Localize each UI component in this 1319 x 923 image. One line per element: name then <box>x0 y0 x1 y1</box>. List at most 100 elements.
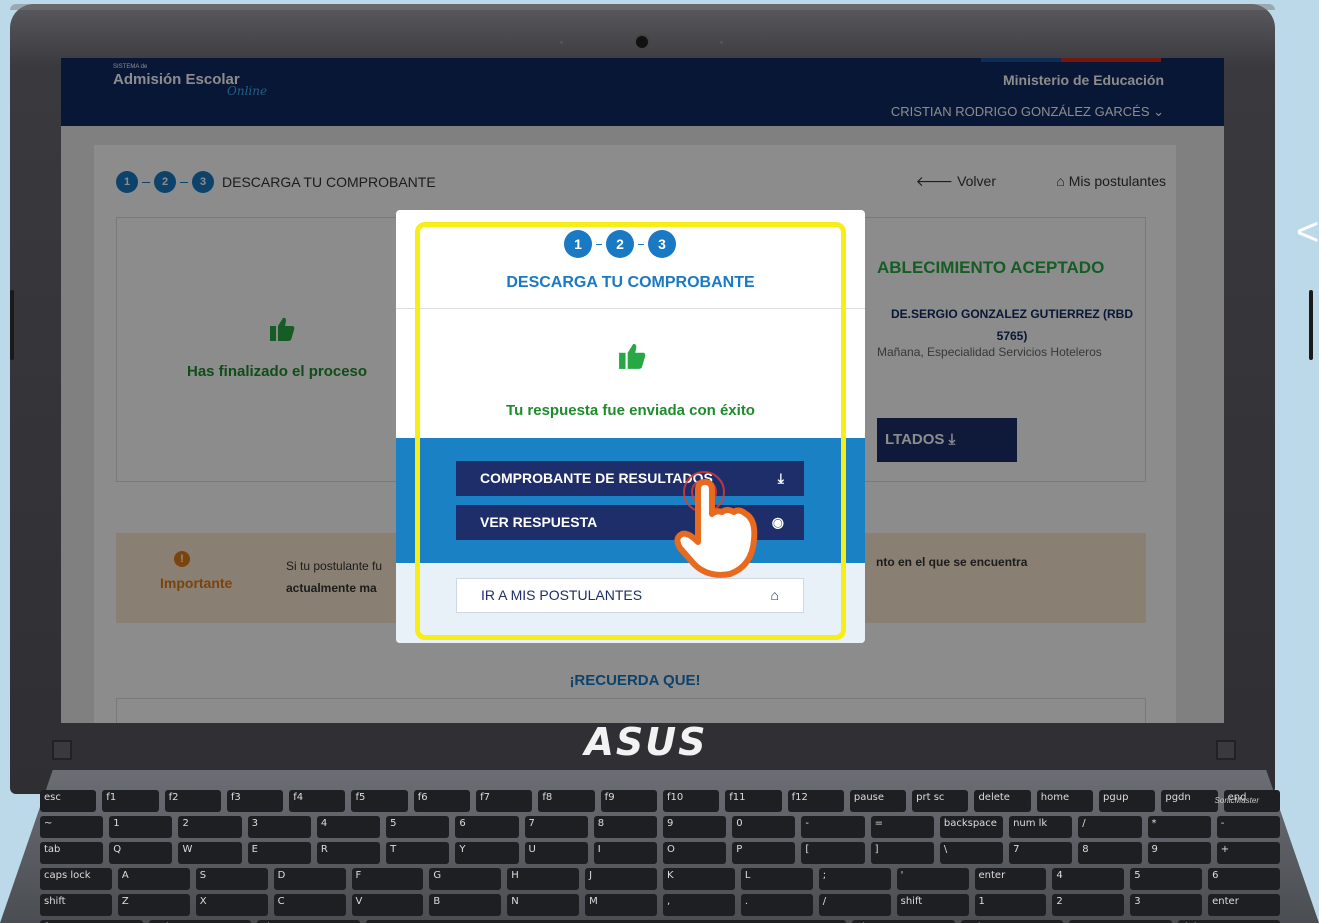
key[interactable]: G <box>429 868 502 890</box>
key[interactable]: ; <box>818 868 891 890</box>
key[interactable]: H <box>507 868 580 890</box>
key[interactable]: 3 <box>247 816 311 838</box>
pointer-hand-icon <box>674 471 758 578</box>
key[interactable]: / <box>818 894 891 916</box>
key[interactable]: 7 <box>1009 842 1073 864</box>
key[interactable]: J <box>585 868 657 890</box>
key[interactable]: tab <box>40 842 104 864</box>
key[interactable]: home <box>1036 790 1094 812</box>
key[interactable]: U <box>524 842 588 864</box>
key[interactable]: 5 <box>1130 868 1203 890</box>
key[interactable]: 6 <box>455 816 519 838</box>
keyboard-row: esc f1 f2 f3 f4 f5 f6 f7 f8 f9 f10 f11 f12 pause prt s… <box>40 790 1280 812</box>
key[interactable]: A <box>117 868 190 890</box>
key[interactable]: ] <box>870 842 934 864</box>
key[interactable]: f9 <box>600 790 657 812</box>
key[interactable]: f12 <box>787 790 844 812</box>
lid-bumper <box>10 290 14 360</box>
key[interactable]: X <box>195 894 268 916</box>
key[interactable]: f5 <box>351 790 408 812</box>
key[interactable]: 3 <box>1130 894 1203 916</box>
key[interactable]: P <box>732 842 796 864</box>
key[interactable]: enter <box>974 868 1047 890</box>
asus-logo: ASUS <box>584 720 708 764</box>
key[interactable]: 8 <box>593 816 657 838</box>
sonicmaster-label: SonicMaster <box>1214 796 1259 805</box>
key[interactable]: 2 <box>178 816 242 838</box>
key[interactable]: 7 <box>524 816 588 838</box>
key[interactable]: f11 <box>725 790 782 812</box>
key[interactable]: pgdn <box>1161 790 1218 812</box>
key[interactable]: 9 <box>1147 842 1211 864</box>
key[interactable]: / <box>1078 816 1142 838</box>
key[interactable]: ~ <box>40 816 104 838</box>
key[interactable]: 0 <box>732 816 796 838</box>
key[interactable]: caps lock <box>40 868 112 890</box>
key[interactable]: W <box>178 842 242 864</box>
key[interactable]: f1 <box>102 790 159 812</box>
key[interactable]: prt sc <box>912 790 969 812</box>
key[interactable]: 4 <box>316 816 381 838</box>
key[interactable]: 2 <box>1052 894 1125 916</box>
key[interactable]: N <box>507 894 580 916</box>
key[interactable]: I <box>593 842 657 864</box>
key[interactable]: - <box>1216 816 1280 838</box>
key[interactable]: f2 <box>164 790 221 812</box>
key[interactable]: B <box>429 894 502 916</box>
key[interactable]: 8 <box>1078 842 1142 864</box>
key[interactable]: f10 <box>662 790 720 812</box>
key[interactable]: + <box>1216 842 1280 864</box>
key[interactable]: enter <box>1208 894 1280 916</box>
key[interactable]: f8 <box>538 790 595 812</box>
key[interactable]: 5 <box>386 816 450 838</box>
key[interactable]: - <box>801 816 865 838</box>
key[interactable]: f6 <box>413 790 471 812</box>
key[interactable]: D <box>273 868 346 890</box>
key[interactable]: shift <box>896 894 969 916</box>
key[interactable]: * <box>1147 816 1211 838</box>
key[interactable]: V <box>351 894 424 916</box>
key[interactable]: M <box>585 894 657 916</box>
key[interactable]: F <box>351 868 424 890</box>
key[interactable]: f7 <box>476 790 533 812</box>
key[interactable]: 6 <box>1208 868 1280 890</box>
key[interactable]: E <box>247 842 311 864</box>
keyboard-row: shift Z X C V B N M,. / shift 1 2 3 enter <box>40 894 1280 916</box>
key[interactable]: C <box>273 894 346 916</box>
bezel-pad <box>52 740 72 760</box>
key[interactable]: 1 <box>974 894 1047 916</box>
key[interactable]: K <box>663 868 735 890</box>
key[interactable]: 9 <box>662 816 727 838</box>
key[interactable]: S <box>195 868 268 890</box>
key[interactable]: shift <box>40 894 112 916</box>
key[interactable]: backspace <box>939 816 1004 838</box>
key[interactable]: \ <box>939 842 1004 864</box>
key[interactable]: R <box>316 842 381 864</box>
keyboard-row: ~1 2 3 4 5 6 7 8 9 0- = backspace num lk / * - <box>40 816 1280 838</box>
keyboard-row: tab Q W E R T Y U I O P[] \ 7 8 9 + <box>40 842 1280 864</box>
key[interactable]: Q <box>109 842 173 864</box>
key[interactable]: = <box>870 816 934 838</box>
key[interactable]: T <box>386 842 450 864</box>
key[interactable]: Z <box>117 894 190 916</box>
webcam <box>634 34 650 50</box>
key[interactable]: esc <box>40 790 97 812</box>
key[interactable]: pause <box>849 790 907 812</box>
key[interactable]: pgup <box>1099 790 1156 812</box>
key[interactable]: . <box>740 894 813 916</box>
key[interactable]: 1 <box>109 816 173 838</box>
key[interactable]: 4 <box>1052 868 1125 890</box>
bezel-pad <box>1216 740 1236 760</box>
lid-bumper <box>1309 290 1313 360</box>
key[interactable]: num lk <box>1009 816 1073 838</box>
key[interactable]: f4 <box>289 790 346 812</box>
key[interactable]: delete <box>974 790 1031 812</box>
key[interactable]: , <box>663 894 735 916</box>
key[interactable]: O <box>662 842 727 864</box>
key[interactable]: L <box>740 868 813 890</box>
key[interactable]: Y <box>455 842 519 864</box>
key[interactable]: [ <box>801 842 865 864</box>
key[interactable]: f3 <box>226 790 284 812</box>
highlight-frame <box>415 222 846 640</box>
key[interactable]: ' <box>896 868 969 890</box>
